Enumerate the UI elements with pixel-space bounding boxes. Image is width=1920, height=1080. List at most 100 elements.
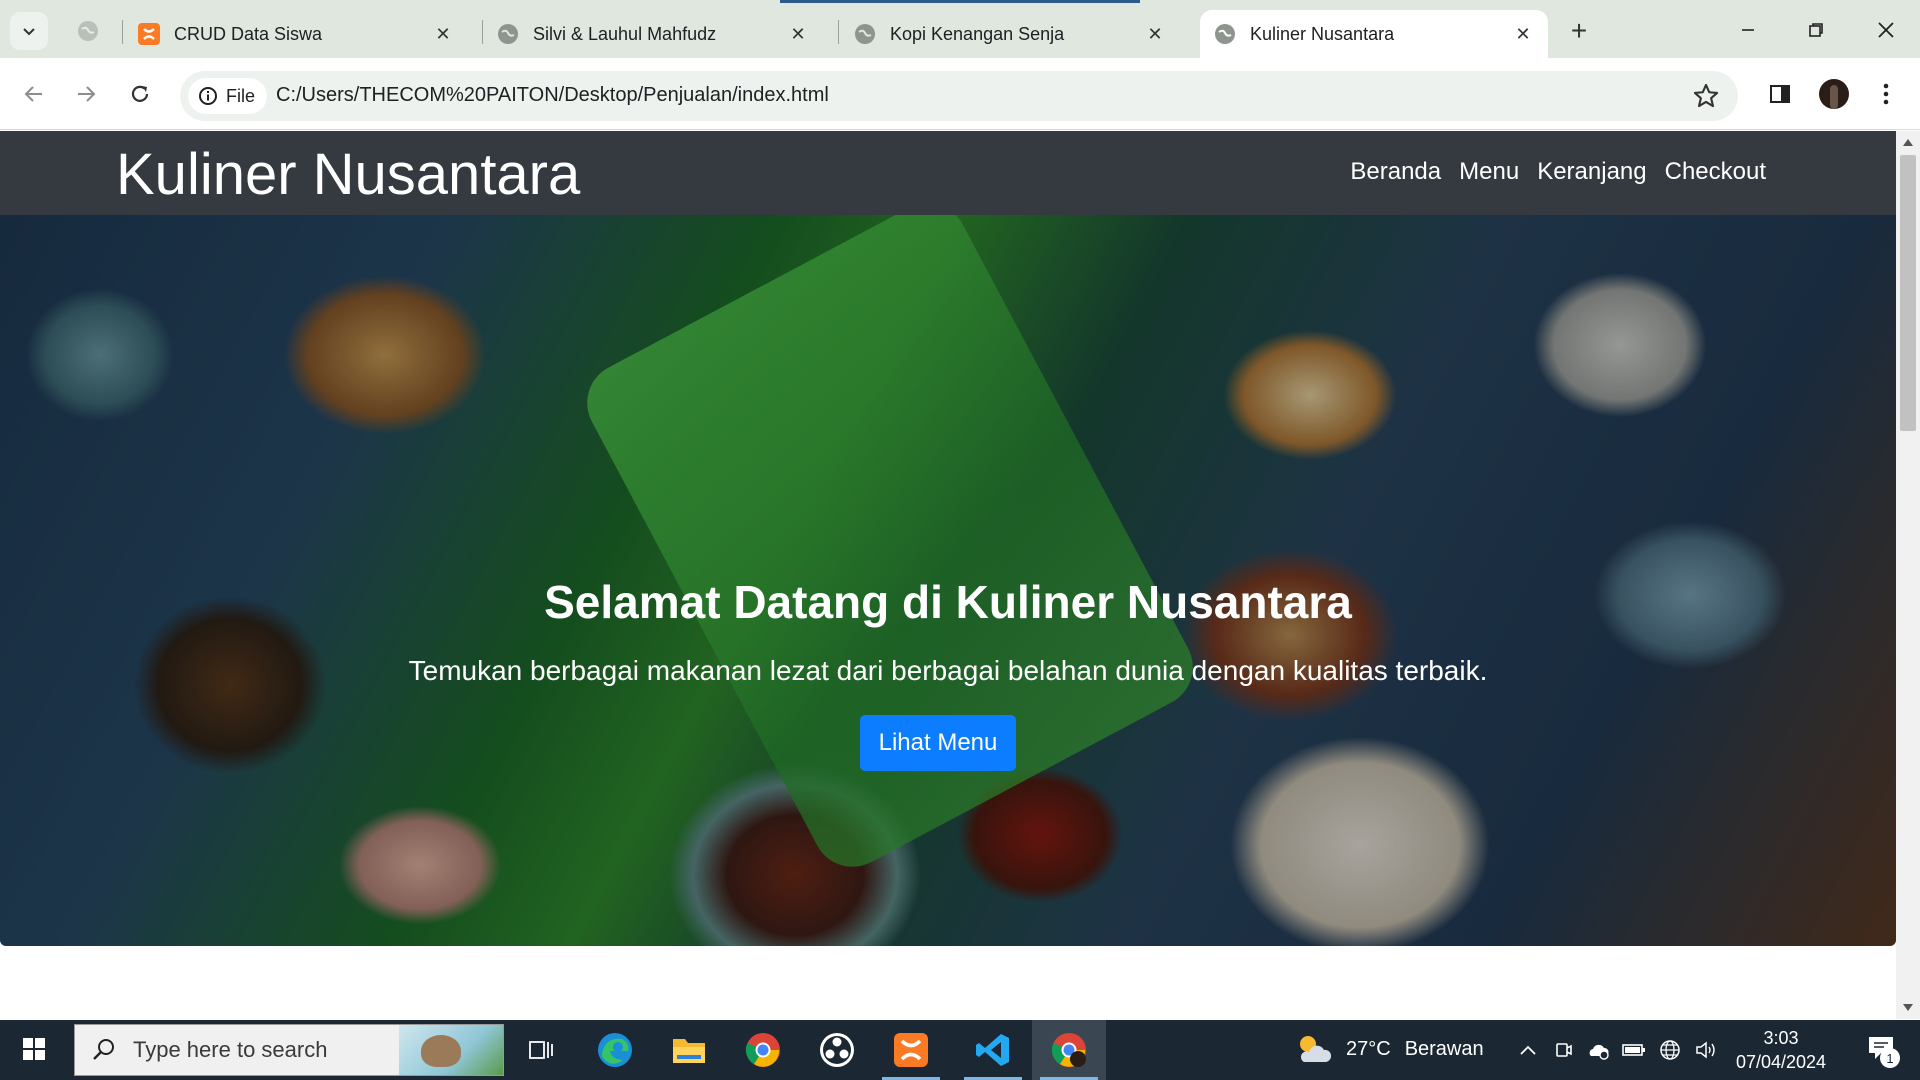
more-vertical-icon bbox=[1883, 83, 1889, 105]
tab-search-button[interactable] bbox=[10, 12, 48, 50]
tray-onedrive[interactable] bbox=[1586, 1038, 1610, 1062]
tab-title: CRUD Data Siswa bbox=[174, 23, 323, 44]
search-placeholder: Type here to search bbox=[133, 1037, 328, 1062]
globe-icon bbox=[1215, 24, 1235, 44]
reload-button[interactable] bbox=[120, 74, 160, 114]
minimize-button[interactable] bbox=[1724, 10, 1772, 50]
camera-icon bbox=[1556, 1043, 1572, 1057]
close-window-button[interactable] bbox=[1862, 10, 1910, 50]
lihat-menu-button[interactable]: Lihat Menu bbox=[860, 715, 1016, 771]
taskbar-chrome[interactable] bbox=[726, 1020, 800, 1080]
browser-toolbar: File C:/Users/THECOM%20PAITON/Desktop/Pe… bbox=[0, 58, 1920, 130]
new-tab-button[interactable]: + bbox=[1562, 14, 1596, 48]
minimize-icon bbox=[1742, 29, 1754, 31]
site-chip-label: File bbox=[226, 85, 256, 106]
tab-separator bbox=[122, 20, 123, 44]
tab-loading-bar bbox=[780, 0, 1140, 3]
nav-link-menu[interactable]: Menu bbox=[1459, 158, 1519, 186]
tab-kopi-kenangan[interactable]: Kopi Kenangan Senja ✕ bbox=[840, 10, 1180, 58]
tray-meet-now[interactable] bbox=[1552, 1038, 1576, 1062]
taskbar-xampp[interactable] bbox=[874, 1020, 948, 1080]
close-icon[interactable]: ✕ bbox=[1144, 23, 1166, 45]
taskbar-file-explorer[interactable] bbox=[652, 1020, 726, 1080]
site-info-chip[interactable]: File bbox=[188, 78, 268, 114]
weather-temp: 27°C bbox=[1346, 1037, 1391, 1060]
taskbar-edge[interactable] bbox=[578, 1020, 652, 1080]
side-panel-button[interactable] bbox=[1762, 76, 1798, 112]
tray-network[interactable] bbox=[1658, 1038, 1682, 1062]
tab-title: Kopi Kenangan Senja bbox=[890, 23, 1065, 44]
restore-button[interactable] bbox=[1792, 10, 1840, 50]
task-view-icon bbox=[529, 1041, 553, 1059]
address-bar[interactable]: File C:/Users/THECOM%20PAITON/Desktop/Pe… bbox=[180, 71, 1738, 121]
chrome-icon bbox=[745, 1033, 780, 1067]
nav-link-checkout[interactable]: Checkout bbox=[1665, 158, 1766, 186]
arrow-right-icon bbox=[78, 86, 96, 102]
back-button[interactable] bbox=[14, 74, 54, 114]
taskbar-vscode[interactable] bbox=[956, 1020, 1030, 1080]
plus-icon: + bbox=[1570, 15, 1588, 46]
windows-taskbar: Type here to search 27°C Berawan 3:03 07… bbox=[0, 1020, 1920, 1080]
tab-separator bbox=[838, 20, 839, 44]
profile-button[interactable] bbox=[1816, 76, 1852, 112]
taskbar-chrome-profile[interactable] bbox=[1032, 1020, 1106, 1080]
hero-title: Selamat Datang di Kuliner Nusantara bbox=[544, 576, 1352, 628]
file-explorer-icon bbox=[673, 1039, 705, 1063]
nav-link-keranjang[interactable]: Keranjang bbox=[1537, 158, 1646, 186]
close-icon bbox=[1878, 22, 1894, 38]
chrome-profile-icon bbox=[1051, 1033, 1086, 1067]
restore-icon bbox=[1809, 23, 1823, 37]
close-icon[interactable]: ✕ bbox=[1512, 23, 1534, 45]
url-text[interactable]: C:/Users/THECOM%20PAITON/Desktop/Penjual… bbox=[276, 84, 829, 107]
globe-icon bbox=[498, 24, 518, 44]
taskbar-obs[interactable] bbox=[800, 1020, 874, 1080]
tray-battery[interactable] bbox=[1622, 1038, 1646, 1062]
speaker-icon bbox=[1696, 1041, 1715, 1059]
clock-date: 07/04/2024 bbox=[1735, 1052, 1827, 1072]
tab-kuliner-nusantara[interactable]: Kuliner Nusantara ✕ bbox=[1200, 10, 1548, 58]
taskbar-weather[interactable]: 27°C Berawan bbox=[1294, 1032, 1484, 1066]
page-viewport: Kuliner Nusantara Beranda Menu Keranjang… bbox=[0, 131, 1896, 1019]
scroll-up-arrow[interactable] bbox=[1903, 139, 1913, 146]
forward-button[interactable] bbox=[66, 74, 106, 114]
task-view-button[interactable] bbox=[504, 1020, 578, 1080]
notification-badge: 1 bbox=[1880, 1048, 1900, 1068]
globe-network-icon bbox=[1660, 1040, 1680, 1060]
tab-pinned[interactable] bbox=[68, 14, 108, 48]
close-icon[interactable]: ✕ bbox=[432, 23, 454, 45]
tray-volume[interactable] bbox=[1694, 1038, 1718, 1062]
tab-title: Silvi & Lauhul Mahfudz bbox=[533, 23, 717, 44]
search-highlight-illustration bbox=[399, 1025, 503, 1075]
info-icon bbox=[199, 87, 217, 105]
globe-icon bbox=[78, 21, 98, 41]
tab-title: Kuliner Nusantara bbox=[1250, 23, 1395, 44]
arrow-left-icon bbox=[24, 86, 42, 102]
obs-icon bbox=[820, 1033, 854, 1067]
chevron-up-icon bbox=[1520, 1045, 1536, 1055]
chevron-down-icon bbox=[23, 28, 35, 36]
reload-icon bbox=[131, 85, 149, 102]
scroll-thumb[interactable] bbox=[1900, 155, 1916, 431]
xampp-icon bbox=[894, 1033, 928, 1067]
xampp-icon bbox=[138, 23, 160, 45]
site-navbar: Kuliner Nusantara Beranda Menu Keranjang… bbox=[0, 131, 1896, 215]
taskbar-clock[interactable]: 3:03 07/04/2024 bbox=[1716, 1026, 1846, 1074]
windows-start-icon[interactable] bbox=[14, 1034, 54, 1066]
cloud-sun-icon bbox=[1300, 1036, 1332, 1062]
close-icon[interactable]: ✕ bbox=[787, 23, 809, 45]
hero-subtitle: Temukan berbagai makanan lezat dari berb… bbox=[408, 655, 1488, 686]
notification-center-button[interactable]: 1 bbox=[1866, 1034, 1900, 1068]
menu-button[interactable] bbox=[1868, 76, 1904, 112]
site-brand[interactable]: Kuliner Nusantara bbox=[116, 141, 580, 208]
nav-link-beranda[interactable]: Beranda bbox=[1350, 158, 1441, 186]
tab-crud-data-siswa[interactable]: CRUD Data Siswa ✕ bbox=[124, 10, 468, 58]
globe-icon bbox=[855, 24, 875, 44]
star-icon[interactable] bbox=[1692, 82, 1720, 110]
page-scrollbar[interactable] bbox=[1896, 131, 1920, 1019]
tab-silvi-lauhul[interactable]: Silvi & Lauhul Mahfudz ✕ bbox=[483, 10, 823, 58]
search-icon bbox=[93, 1039, 114, 1060]
taskbar-search-input[interactable]: Type here to search bbox=[74, 1024, 504, 1076]
browser-tab-strip: CRUD Data Siswa ✕ Silvi & Lauhul Mahfudz… bbox=[0, 0, 1920, 58]
scroll-down-arrow[interactable] bbox=[1903, 1004, 1913, 1011]
show-hidden-icons-button[interactable] bbox=[1516, 1038, 1540, 1062]
